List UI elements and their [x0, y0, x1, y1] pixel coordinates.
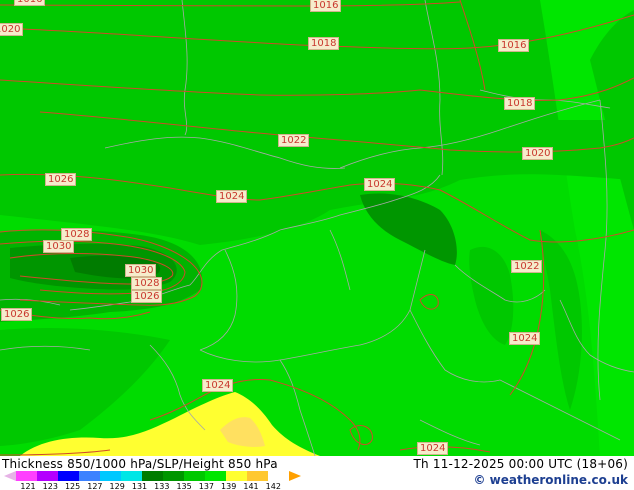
scale-tick-label: 142	[265, 482, 281, 490]
isobar-label: 1026	[1, 308, 33, 321]
isobar-label: 1022	[511, 260, 543, 273]
isobar-label: 1024	[364, 178, 396, 191]
scale-tick-label: 125	[64, 482, 81, 490]
weather-map-view: 1016 1016 1018 1016 1018 1020 1022 1020 …	[0, 0, 634, 490]
scale-swatch	[184, 471, 205, 481]
scale-tick-label: 129	[109, 482, 125, 490]
scale-swatch	[37, 471, 58, 481]
map-title: Thickness 850/1000 hPa/SLP/Height 850 hP…	[2, 457, 278, 471]
isobar-label: 1018	[308, 37, 340, 50]
isobar-label: 1020	[522, 147, 554, 160]
map-footer: Thickness 850/1000 hPa/SLP/Height 850 hP…	[0, 456, 634, 490]
scale-tick-label: 139	[221, 482, 237, 490]
scale-swatch	[79, 471, 100, 481]
isobar-label: 1016	[498, 39, 530, 52]
isobar-label: 1030	[125, 264, 157, 277]
scale-ticks: 121 123 125 127 129 131 133 135 137 139 141 142	[0, 482, 310, 490]
scale-swatch	[16, 471, 37, 481]
credit-link[interactable]: © weatheronline.co.uk	[473, 473, 628, 487]
scale-tick-label: 123	[42, 482, 58, 490]
isobar-label: 1024	[216, 190, 248, 203]
scale-swatch	[58, 471, 79, 481]
scale-tick-label: 137	[198, 482, 215, 490]
color-scale: 121 123 125 127 129 131 133 135 137 139 141 142	[0, 471, 310, 490]
scale-tick-label: 121	[20, 482, 36, 490]
isobar-label: 1024	[509, 332, 541, 345]
scale-tick-label: 141	[243, 482, 259, 490]
isobar-label: 1024	[202, 379, 234, 392]
scale-tick-label: 133	[154, 482, 170, 490]
scale-swatch	[142, 471, 163, 481]
scale-swatch	[121, 471, 142, 481]
isobar-label: 1026	[131, 290, 163, 303]
isobar-label: 1022	[278, 134, 310, 147]
scale-swatch	[226, 471, 247, 481]
scale-tick-label: 127	[87, 482, 103, 490]
scale-swatch	[205, 471, 226, 481]
scale-left-arrow	[4, 471, 16, 481]
scale-swatches	[16, 471, 268, 481]
isobar-label: 1030	[43, 240, 75, 253]
isobar-label: 1028	[131, 277, 163, 290]
scale-swatch	[100, 471, 121, 481]
isobar-label: 1020	[0, 23, 24, 36]
thickness-map	[0, 0, 634, 456]
isobar-label: 1026	[45, 173, 77, 186]
isobar-label: 1024	[417, 442, 449, 455]
valid-time: Th 11-12-2025 00:00 UTC (18+06)	[413, 457, 628, 471]
scale-swatch	[163, 471, 184, 481]
field-northwest	[0, 0, 634, 120]
isobar-label: 1016	[310, 0, 342, 12]
isobar-label: 1018	[504, 97, 536, 110]
scale-right-arrow	[289, 471, 301, 481]
scale-tick-label: 135	[176, 482, 192, 490]
isobar-label: 1016	[14, 0, 46, 6]
scale-swatch	[247, 471, 268, 481]
scale-tick-label: 131	[131, 482, 148, 490]
